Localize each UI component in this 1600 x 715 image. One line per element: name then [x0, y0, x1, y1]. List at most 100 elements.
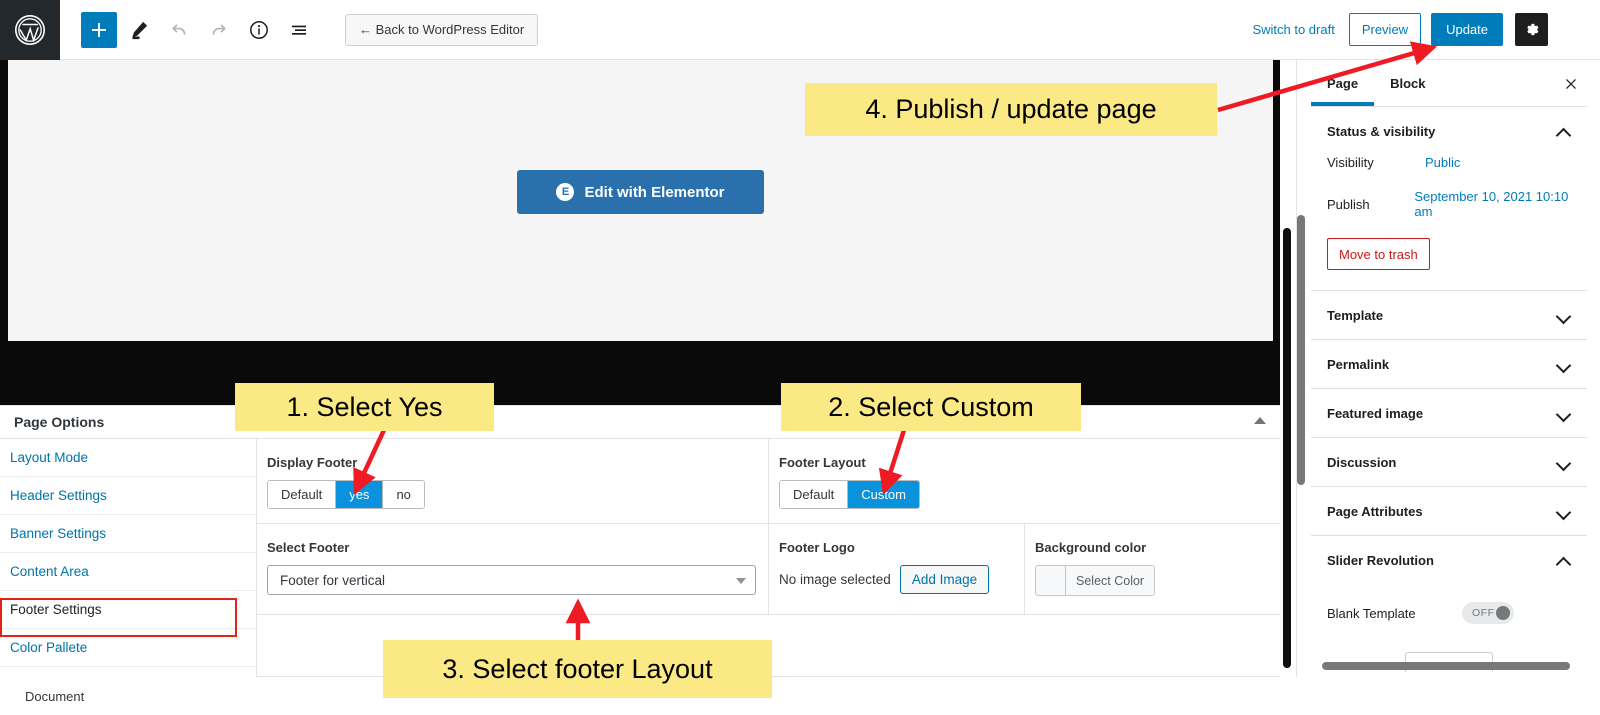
- sidebar-tabs: Page Block: [1311, 60, 1587, 107]
- featured-image-title: Featured image: [1327, 405, 1424, 421]
- background-color-picker[interactable]: Select Color: [1035, 565, 1156, 596]
- blank-template-label: Blank Template: [1327, 605, 1416, 621]
- footer-layout-button-group[interactable]: Default Custom: [779, 480, 920, 509]
- back-to-wordpress-editor-button[interactable]: ← Back to WordPress Editor: [345, 13, 539, 46]
- section-permalink: Permalink: [1311, 340, 1587, 389]
- display-footer-button-group[interactable]: Default yes no: [267, 480, 425, 509]
- permalink-title: Permalink: [1327, 356, 1390, 372]
- publish-date-button[interactable]: September 10, 2021 10:10 am: [1414, 189, 1571, 219]
- sidebar-scrollbar-thumb[interactable]: [1297, 215, 1305, 485]
- kebab-menu-icon[interactable]: [1556, 13, 1586, 46]
- chevron-down-icon[interactable]: [1557, 504, 1571, 518]
- visibility-row: Visibility Public: [1327, 155, 1571, 189]
- chevron-down-icon[interactable]: [1557, 455, 1571, 469]
- switch-to-draft-button[interactable]: Switch to draft: [1238, 13, 1348, 46]
- tab-page[interactable]: Page: [1311, 60, 1375, 106]
- nav-label: Footer Settings: [10, 602, 102, 617]
- nav-label: Layout Mode: [10, 450, 89, 465]
- add-image-button[interactable]: Add Image: [899, 565, 990, 594]
- toggle-knob-icon: [1496, 606, 1510, 620]
- nav-label: Color Pallete: [10, 640, 88, 655]
- select-footer-value: Footer for vertical: [280, 572, 386, 588]
- canvas-scrollbar-thumb[interactable]: [1283, 228, 1291, 668]
- redo-arrow-icon[interactable]: [201, 12, 237, 48]
- blank-template-row: Blank Template OFF: [1327, 584, 1571, 646]
- publish-row: Publish September 10, 2021 10:10 am: [1327, 189, 1571, 238]
- select-footer-dropdown[interactable]: Footer for vertical: [267, 565, 756, 595]
- chevron-up-icon[interactable]: [1557, 553, 1571, 567]
- sidebar-item-content-area[interactable]: Content Area: [0, 553, 256, 591]
- blank-template-toggle[interactable]: OFF: [1462, 602, 1514, 624]
- featured-image-header[interactable]: Featured image: [1327, 389, 1571, 437]
- toolbar-actions: Switch to draft Preview Update: [1238, 13, 1600, 46]
- page-attributes-header[interactable]: Page Attributes: [1327, 487, 1571, 535]
- status-visibility-body: Visibility Public Publish September 10, …: [1327, 155, 1571, 290]
- background-color-label: Background color: [1035, 540, 1147, 555]
- sidebar-item-footer-settings[interactable]: Footer Settings: [0, 591, 256, 629]
- chevron-down-icon[interactable]: [1557, 406, 1571, 420]
- close-x-icon[interactable]: [1559, 72, 1583, 96]
- footer-logo-status: No image selected: [779, 572, 891, 587]
- footer-logo-field: Footer Logo No image selected Add Image: [769, 524, 1025, 614]
- footer-layout-default-button[interactable]: Default: [780, 481, 849, 508]
- screenshot-root: ← Back to WordPress Editor Switch to dra…: [0, 0, 1600, 715]
- page-options-nav: Layout Mode Header Settings Banner Setti…: [0, 439, 257, 677]
- pencil-icon[interactable]: [121, 12, 157, 48]
- visibility-label: Visibility: [1327, 155, 1374, 170]
- chevron-down-icon[interactable]: [1557, 308, 1571, 322]
- add-block-button[interactable]: [81, 11, 117, 48]
- visibility-value-button[interactable]: Public: [1425, 155, 1460, 170]
- move-to-trash-button[interactable]: Move to trash: [1327, 238, 1430, 270]
- display-footer-default-button[interactable]: Default: [268, 481, 337, 508]
- edit-with-elementor-button[interactable]: E Edit with Elementor: [517, 170, 764, 214]
- update-button[interactable]: Update: [1431, 13, 1503, 46]
- toolbar-tools: [81, 11, 317, 48]
- undo-arrow-icon[interactable]: [161, 12, 197, 48]
- settings-sidebar: Page Block Status & visibility Visibilit…: [1296, 60, 1600, 677]
- sidebar-horizontal-scrollbar[interactable]: [1322, 662, 1570, 670]
- sidebar-item-layout-mode[interactable]: Layout Mode: [0, 439, 256, 477]
- section-status-visibility: Status & visibility Visibility Public Pu…: [1311, 107, 1587, 291]
- display-footer-no-button[interactable]: no: [383, 481, 424, 508]
- footer-toggles-row: Display Footer Default yes no Footer Lay…: [257, 439, 1280, 524]
- section-page-attributes: Page Attributes: [1311, 487, 1587, 536]
- sidebar-item-header-settings[interactable]: Header Settings: [0, 477, 256, 515]
- color-swatch[interactable]: [1036, 566, 1066, 595]
- chevron-down-icon: [736, 578, 746, 584]
- tab-block[interactable]: Block: [1374, 60, 1441, 106]
- footer-layout-label: Footer Layout: [779, 455, 866, 470]
- gear-icon[interactable]: [1515, 13, 1548, 46]
- slider-revolution-title: Slider Revolution: [1327, 552, 1434, 568]
- slider-revolution-header[interactable]: Slider Revolution: [1327, 536, 1571, 584]
- collapse-triangle-icon[interactable]: [1254, 417, 1266, 424]
- annotation-step-1: 1. Select Yes: [235, 383, 494, 431]
- select-footer-label: Select Footer: [267, 540, 350, 555]
- page-options-metabox: Page Options Layout Mode Header Settings…: [0, 405, 1280, 677]
- chevron-up-icon[interactable]: [1557, 124, 1571, 138]
- list-view-icon[interactable]: [281, 12, 317, 48]
- footer-layout-custom-button[interactable]: Custom: [848, 481, 919, 508]
- display-footer-yes-button[interactable]: yes: [336, 481, 384, 508]
- chevron-down-icon[interactable]: [1557, 357, 1571, 371]
- status-visibility-header[interactable]: Status & visibility: [1327, 107, 1571, 155]
- annotation-step-4: 4. Publish / update page: [805, 83, 1217, 136]
- template-header[interactable]: Template: [1327, 291, 1571, 339]
- sidebar-item-color-pallete[interactable]: Color Pallete: [0, 629, 256, 667]
- preview-button[interactable]: Preview: [1348, 13, 1422, 46]
- nav-label: Content Area: [10, 564, 89, 579]
- page-title: Page Options: [14, 414, 105, 430]
- status-visibility-title: Status & visibility: [1327, 123, 1436, 139]
- page-attributes-title: Page Attributes: [1327, 503, 1423, 519]
- sidebar-item-banner-settings[interactable]: Banner Settings: [0, 515, 256, 553]
- elementor-logo-icon: E: [556, 183, 575, 201]
- annotation-step-3: 3. Select footer Layout: [383, 640, 772, 698]
- display-footer-field: Display Footer Default yes no: [257, 439, 769, 523]
- select-color-button[interactable]: Select Color: [1066, 566, 1155, 595]
- info-circle-icon[interactable]: [241, 12, 277, 48]
- discussion-header[interactable]: Discussion: [1327, 438, 1571, 486]
- section-discussion: Discussion: [1311, 438, 1587, 487]
- footer-details-row: Select Footer Footer for vertical Footer…: [257, 524, 1280, 615]
- select-footer-field: Select Footer Footer for vertical: [257, 524, 769, 614]
- wordpress-logo-icon[interactable]: [0, 0, 60, 60]
- permalink-header[interactable]: Permalink: [1327, 340, 1571, 388]
